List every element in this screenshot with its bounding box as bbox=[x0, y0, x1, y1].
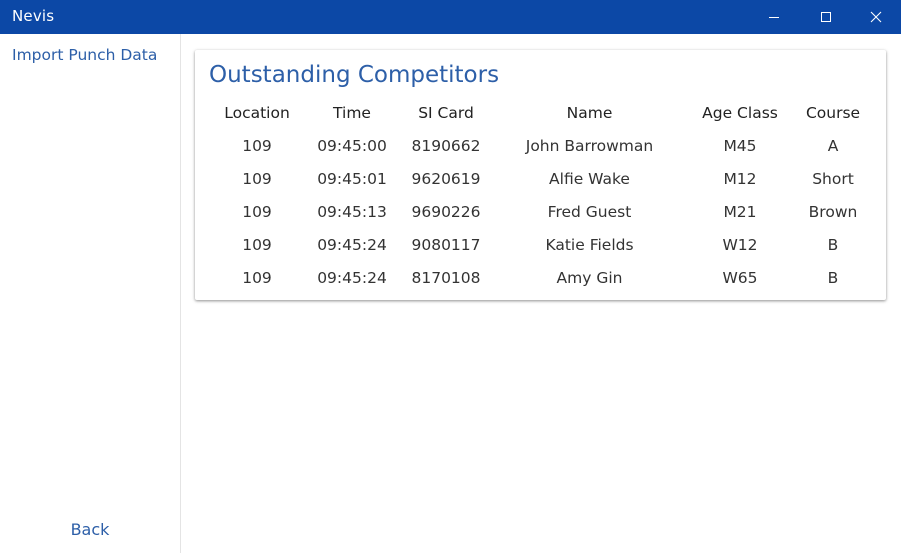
cell-age-class: M45 bbox=[723, 136, 757, 155]
table-row[interactable]: 109 09:45:01 9620619 Alfie Wake M12 Shor… bbox=[209, 162, 872, 195]
cell-time: 09:45:24 bbox=[317, 268, 387, 287]
cell-time: 09:45:13 bbox=[317, 202, 387, 221]
cell-age-class: W12 bbox=[722, 235, 758, 254]
cell-location: 109 bbox=[242, 136, 272, 155]
column-header-name: Name bbox=[566, 103, 613, 122]
app-window: Nevis Import Punch Data Back Outstanding… bbox=[0, 0, 901, 553]
import-punch-data-link[interactable]: Import Punch Data bbox=[12, 46, 157, 64]
outstanding-competitors-card: Outstanding Competitors Location Time SI… bbox=[195, 50, 886, 300]
cell-course: Brown bbox=[808, 202, 858, 221]
minimize-icon bbox=[769, 17, 779, 18]
cell-si-card: 8170108 bbox=[411, 268, 481, 287]
cell-si-card: 9690226 bbox=[411, 202, 481, 221]
cell-age-class: M12 bbox=[723, 169, 757, 188]
table-row[interactable]: 109 09:45:00 8190662 John Barrowman M45 … bbox=[209, 129, 872, 162]
title-bar[interactable]: Nevis bbox=[0, 0, 901, 34]
column-header-location: Location bbox=[224, 103, 290, 122]
cell-si-card: 9080117 bbox=[411, 235, 481, 254]
cell-age-class: W65 bbox=[722, 268, 758, 287]
back-link[interactable]: Back bbox=[0, 520, 180, 539]
column-header-course: Course bbox=[805, 103, 861, 122]
cell-location: 109 bbox=[242, 169, 272, 188]
column-header-time: Time bbox=[333, 103, 371, 122]
cell-course: Short bbox=[812, 169, 854, 188]
column-header-si-card: SI Card bbox=[418, 103, 474, 122]
cell-time: 09:45:01 bbox=[317, 169, 387, 188]
table-row[interactable]: 109 09:45:13 9690226 Fred Guest M21 Brow… bbox=[209, 195, 872, 228]
table-row[interactable]: 109 09:45:24 8170108 Amy Gin W65 B bbox=[209, 261, 872, 294]
sidebar: Import Punch Data Back bbox=[0, 34, 181, 553]
cell-location: 109 bbox=[242, 235, 272, 254]
cell-time: 09:45:00 bbox=[317, 136, 387, 155]
table-header-row: Location Time SI Card Name Age Class Cou… bbox=[209, 96, 872, 129]
cell-name: John Barrowman bbox=[525, 136, 654, 155]
cell-name: Fred Guest bbox=[547, 202, 632, 221]
column-header-age-class: Age Class bbox=[702, 103, 778, 122]
cell-si-card: 8190662 bbox=[411, 136, 481, 155]
cell-course: A bbox=[827, 136, 839, 155]
minimize-button[interactable] bbox=[751, 0, 797, 34]
cell-name: Amy Gin bbox=[556, 268, 623, 287]
maximize-button[interactable] bbox=[803, 0, 849, 34]
cell-location: 109 bbox=[242, 202, 272, 221]
close-icon bbox=[870, 11, 882, 23]
cell-location: 109 bbox=[242, 268, 272, 287]
cell-course: B bbox=[827, 268, 839, 287]
page-title: Outstanding Competitors bbox=[209, 62, 500, 88]
cell-name: Katie Fields bbox=[545, 235, 634, 254]
cell-name: Alfie Wake bbox=[549, 169, 630, 188]
cell-age-class: M21 bbox=[723, 202, 757, 221]
app-title: Nevis bbox=[12, 7, 55, 25]
cell-course: B bbox=[827, 235, 839, 254]
competitors-table: Location Time SI Card Name Age Class Cou… bbox=[209, 96, 872, 294]
maximize-icon bbox=[821, 12, 831, 22]
cell-time: 09:45:24 bbox=[317, 235, 387, 254]
table-row[interactable]: 109 09:45:24 9080117 Katie Fields W12 B bbox=[209, 228, 872, 261]
close-button[interactable] bbox=[853, 0, 899, 34]
cell-si-card: 9620619 bbox=[411, 169, 481, 188]
